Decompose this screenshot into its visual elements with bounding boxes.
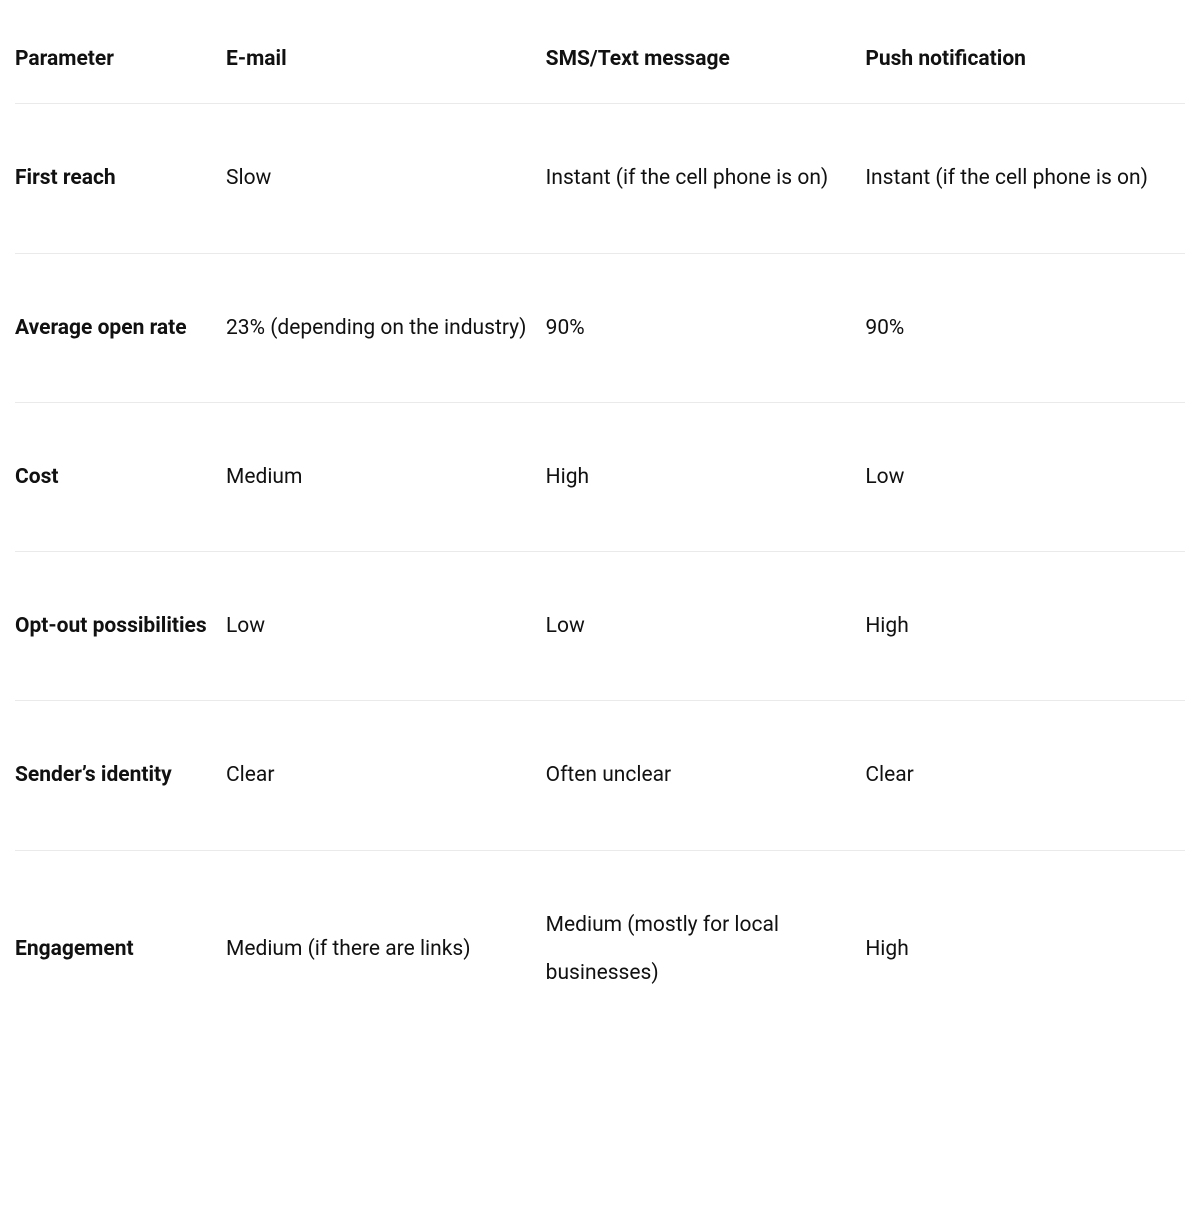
row-sms: Low	[546, 552, 866, 701]
col-header-email: E-mail	[226, 15, 546, 104]
row-push: High	[865, 552, 1185, 701]
row-sms: 90%	[546, 253, 866, 402]
row-email: Clear	[226, 701, 546, 850]
table-row: Average open rate 23% (depending on the …	[15, 253, 1185, 402]
row-push: Instant (if the cell phone is on)	[865, 104, 1185, 253]
row-email: Medium (if there are links)	[226, 850, 546, 1047]
col-header-push: Push notification	[865, 15, 1185, 104]
row-email: Medium	[226, 402, 546, 551]
row-parameter: Average open rate	[15, 253, 226, 402]
row-sms: Often unclear	[546, 701, 866, 850]
row-parameter: Sender’s identity	[15, 701, 226, 850]
row-sms: High	[546, 402, 866, 551]
row-email: 23% (depending on the industry)	[226, 253, 546, 402]
table-row: Engagement Medium (if there are links) M…	[15, 850, 1185, 1047]
row-push: Low	[865, 402, 1185, 551]
table-row: First reach Slow Instant (if the cell ph…	[15, 104, 1185, 253]
row-parameter: First reach	[15, 104, 226, 253]
row-parameter: Engagement	[15, 850, 226, 1047]
row-sms: Medium (mostly for local businesses)	[546, 850, 866, 1047]
comparison-table: Parameter E-mail SMS/Text message Push n…	[15, 15, 1185, 1047]
table-row: Cost Medium High Low	[15, 402, 1185, 551]
table-row: Opt-out possibilities Low Low High	[15, 552, 1185, 701]
table-row: Sender’s identity Clear Often unclear Cl…	[15, 701, 1185, 850]
row-sms: Instant (if the cell phone is on)	[546, 104, 866, 253]
row-email: Low	[226, 552, 546, 701]
row-push: 90%	[865, 253, 1185, 402]
row-parameter: Cost	[15, 402, 226, 551]
row-push: High	[865, 850, 1185, 1047]
table-header-row: Parameter E-mail SMS/Text message Push n…	[15, 15, 1185, 104]
col-header-sms: SMS/Text message	[546, 15, 866, 104]
row-parameter: Opt-out possibilities	[15, 552, 226, 701]
row-email: Slow	[226, 104, 546, 253]
row-push: Clear	[865, 701, 1185, 850]
col-header-parameter: Parameter	[15, 15, 226, 104]
